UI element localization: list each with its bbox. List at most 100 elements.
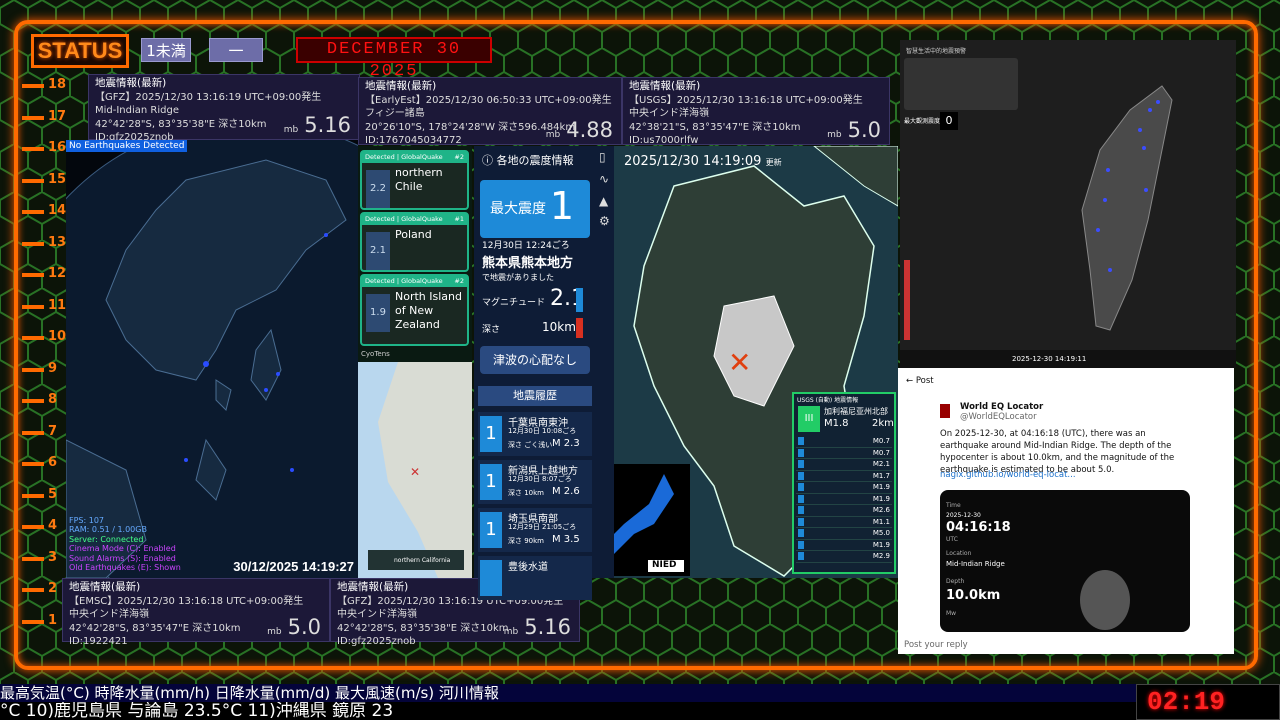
- stat-line: Cinema Mode (C): Enabled: [69, 544, 176, 554]
- history-item[interactable]: 1 埼玉県南部 12月29日 21:05ごろ 深さ 90km M 3.5: [478, 508, 592, 552]
- author-handle: @WorldEQLocator: [960, 412, 1037, 422]
- mini-event: northern California: [368, 550, 464, 570]
- max-intensity-box: 最大震度 1: [480, 180, 590, 238]
- usgs-list-row[interactable]: M2.1: [796, 459, 892, 471]
- card-magnitude: mb 5.16: [503, 614, 571, 639]
- usgs-list-row[interactable]: M1.7: [796, 471, 892, 482]
- ruler-tick: [22, 367, 44, 372]
- ruler-tick: [22, 619, 44, 624]
- usgs-list-row[interactable]: M1.9: [796, 494, 892, 505]
- globalquake-footer: CyoTens: [361, 350, 390, 358]
- card-line: 【GFZ】2025/12/30 13:16:19 UTC+09:00発生: [95, 91, 322, 103]
- history-item[interactable]: 豊後水道: [478, 556, 592, 600]
- card-line: 中央インド洋海嶺: [629, 108, 709, 119]
- stat-line: Sound Alarms (S): Enabled: [69, 553, 176, 563]
- japan-intensity-panel: ⓘ 各地の震度情報 最大震度 1 12月30日 12:24ごろ 熊本県熊本地方 …: [474, 146, 596, 600]
- ruler-number: 6: [48, 455, 58, 470]
- side-toolbar: ▯ ∿ ▲ ⚙: [596, 146, 614, 578]
- ruler-tick: [22, 147, 44, 151]
- usgs-list-row[interactable]: M2.9: [796, 551, 892, 563]
- quake-card-earlyest: 地震情報(最新) 【EarlyEst】2025/12/30 06:50:33 U…: [358, 77, 622, 146]
- quake-card-emsc: 地震情報(最新) 【EMSC】2025/12/30 13:16:18 UTC+0…: [62, 578, 330, 647]
- post-card[interactable]: Time 2025-12-30 04:16:18 UTC Location Mi…: [940, 490, 1190, 632]
- ruler-tick: [22, 525, 44, 529]
- nied-label: NIED: [652, 560, 677, 570]
- usgs-list-row[interactable]: M1.1: [796, 517, 892, 528]
- california-map[interactable]: ✕ northern California: [358, 362, 472, 578]
- ruler-tick: [22, 304, 44, 309]
- ruler-number: 17: [48, 108, 67, 124]
- globe-map: [66, 140, 358, 578]
- card-magnitude: mb 5.0: [267, 614, 321, 639]
- usgs-list-row[interactable]: M2.6: [796, 505, 892, 517]
- ruler-number: 1: [48, 612, 58, 628]
- ruler-number: 16: [48, 140, 67, 155]
- status-label: STATUS: [31, 34, 129, 68]
- quake-card-usgs: 地震情報(最新) 【USGS】2025/12/30 13:16:18 UTC+0…: [622, 77, 890, 146]
- mag-label: マグニチュード: [482, 298, 546, 308]
- card-header: 地震情報(最新): [365, 80, 437, 92]
- warning-icon[interactable]: ▲: [599, 194, 608, 208]
- ruler-number: 15: [48, 171, 67, 187]
- quake-card-gfz: 地震情報(最新) 【GFZ】2025/12/30 13:16:19 UTC+09…: [88, 74, 360, 143]
- wave-icon[interactable]: ∿: [599, 172, 609, 186]
- history-item[interactable]: 1 千葉県南東沖 12月30日 10:08ごろ 深さ ごく浅い M 2.3: [478, 412, 592, 456]
- usgs-list-row[interactable]: M0.7: [796, 448, 892, 459]
- svg-text:✕: ✕: [410, 465, 420, 479]
- ruler-number: 4: [48, 518, 58, 533]
- usgs-list-row[interactable]: M1.9: [796, 482, 892, 494]
- weather-ticker-header: 最高気温(°C) 時降水量(mm/h) 日降水量(mm/d) 最大風速(m/s)…: [0, 684, 1280, 702]
- depth-value: 10km: [542, 320, 576, 334]
- ruler-number: 13: [48, 234, 67, 250]
- usgs-list-row[interactable]: M1.9: [796, 540, 892, 551]
- post-text: On 2025-12-30, at 04:16:18 (UTC), there …: [940, 429, 1175, 475]
- author-name: World EQ Locator: [960, 402, 1044, 412]
- date-display: DECEMBER 30 2025: [296, 37, 492, 81]
- stat-line: RAM: 0.51 / 1.00GB: [69, 525, 147, 535]
- ruler-number: 8: [48, 392, 58, 407]
- card-header: 地震情報(最新): [69, 581, 141, 593]
- panel-icon[interactable]: ▯: [599, 150, 606, 164]
- weather-ticker: °C 10)鹿児島県 与論島 23.5°C 11)沖縄県 鏡原 23: [0, 702, 1280, 720]
- ruler-tick: [22, 336, 44, 340]
- ruler-tick: [22, 241, 44, 246]
- back-button[interactable]: ← Post: [906, 376, 934, 386]
- globe-panel[interactable]: No Earthquakes Detected FPS: 107 RAM: 0.…: [66, 140, 358, 578]
- depth-label: 深さ: [482, 325, 501, 335]
- intensity-level-value: 一: [209, 38, 263, 62]
- card-header: 地震情報(最新): [95, 77, 167, 89]
- globalquake-list: Detected | GlobalQuake #2 2.2 northern C…: [358, 146, 472, 362]
- usgs-list-row[interactable]: M0.7: [796, 436, 892, 448]
- stat-line: FPS: 107: [69, 516, 105, 525]
- history-title: 地震履歴: [478, 386, 592, 406]
- reply-input[interactable]: Post your reply: [904, 640, 968, 650]
- post-link[interactable]: nagix.github.io/world-eq-locat...: [940, 470, 1076, 480]
- ruler-tick: [22, 399, 44, 403]
- card-magnitude: mb 4.88: [545, 117, 613, 142]
- globalquake-card[interactable]: Detected | GlobalQuake #2 2.2 northern C…: [360, 150, 469, 210]
- history-item[interactable]: 1 新潟県上越地方 12月30日 8:07ごろ 深さ 10km M 2.6: [478, 460, 592, 504]
- taiwan-panel: 智慧生活中的地震預警 最大觀測震度 0 2025-12-30 14:19:11: [900, 40, 1236, 368]
- ruler-tick: [22, 588, 44, 592]
- tsunami-status: 津波の心配なし: [480, 346, 590, 374]
- map-time: 2025/12/30 14:19:09 更新: [624, 154, 782, 169]
- globe-banner: No Earthquakes Detected: [66, 140, 188, 152]
- avatar: [940, 404, 950, 418]
- ruler-tick: [22, 493, 44, 498]
- gear-icon[interactable]: ⚙: [599, 214, 610, 228]
- stat-line: Old Earthquakes (E): Shown: [69, 563, 181, 573]
- usgs-list-row[interactable]: M5.0: [796, 528, 892, 540]
- card-line: 【EMSC】2025/12/30 13:16:18 UTC+09:00発生: [69, 595, 304, 607]
- digital-clock: 02:19: [1136, 684, 1280, 720]
- social-post: ← Post World EQ Locator @WorldEQLocator …: [898, 368, 1234, 654]
- ruler-tick: [22, 84, 44, 88]
- globe-time: 30/12/2025 14:19:27: [233, 559, 354, 574]
- ruler-number: 12: [48, 266, 67, 281]
- svg-text:✕: ✕: [728, 346, 751, 379]
- kyushu-map-panel[interactable]: ✕ 2025/12/30 14:19:09 更新 NIED USGS (自動) …: [614, 146, 898, 578]
- ruler-number: 10: [48, 329, 67, 344]
- globalquake-card[interactable]: Detected | GlobalQuake #1 2.1 Poland: [360, 212, 469, 272]
- ruler-tick: [22, 556, 44, 561]
- globalquake-card[interactable]: Detected | GlobalQuake #2 1.9 North Isla…: [360, 274, 469, 346]
- card-header: 地震情報(最新): [629, 80, 701, 92]
